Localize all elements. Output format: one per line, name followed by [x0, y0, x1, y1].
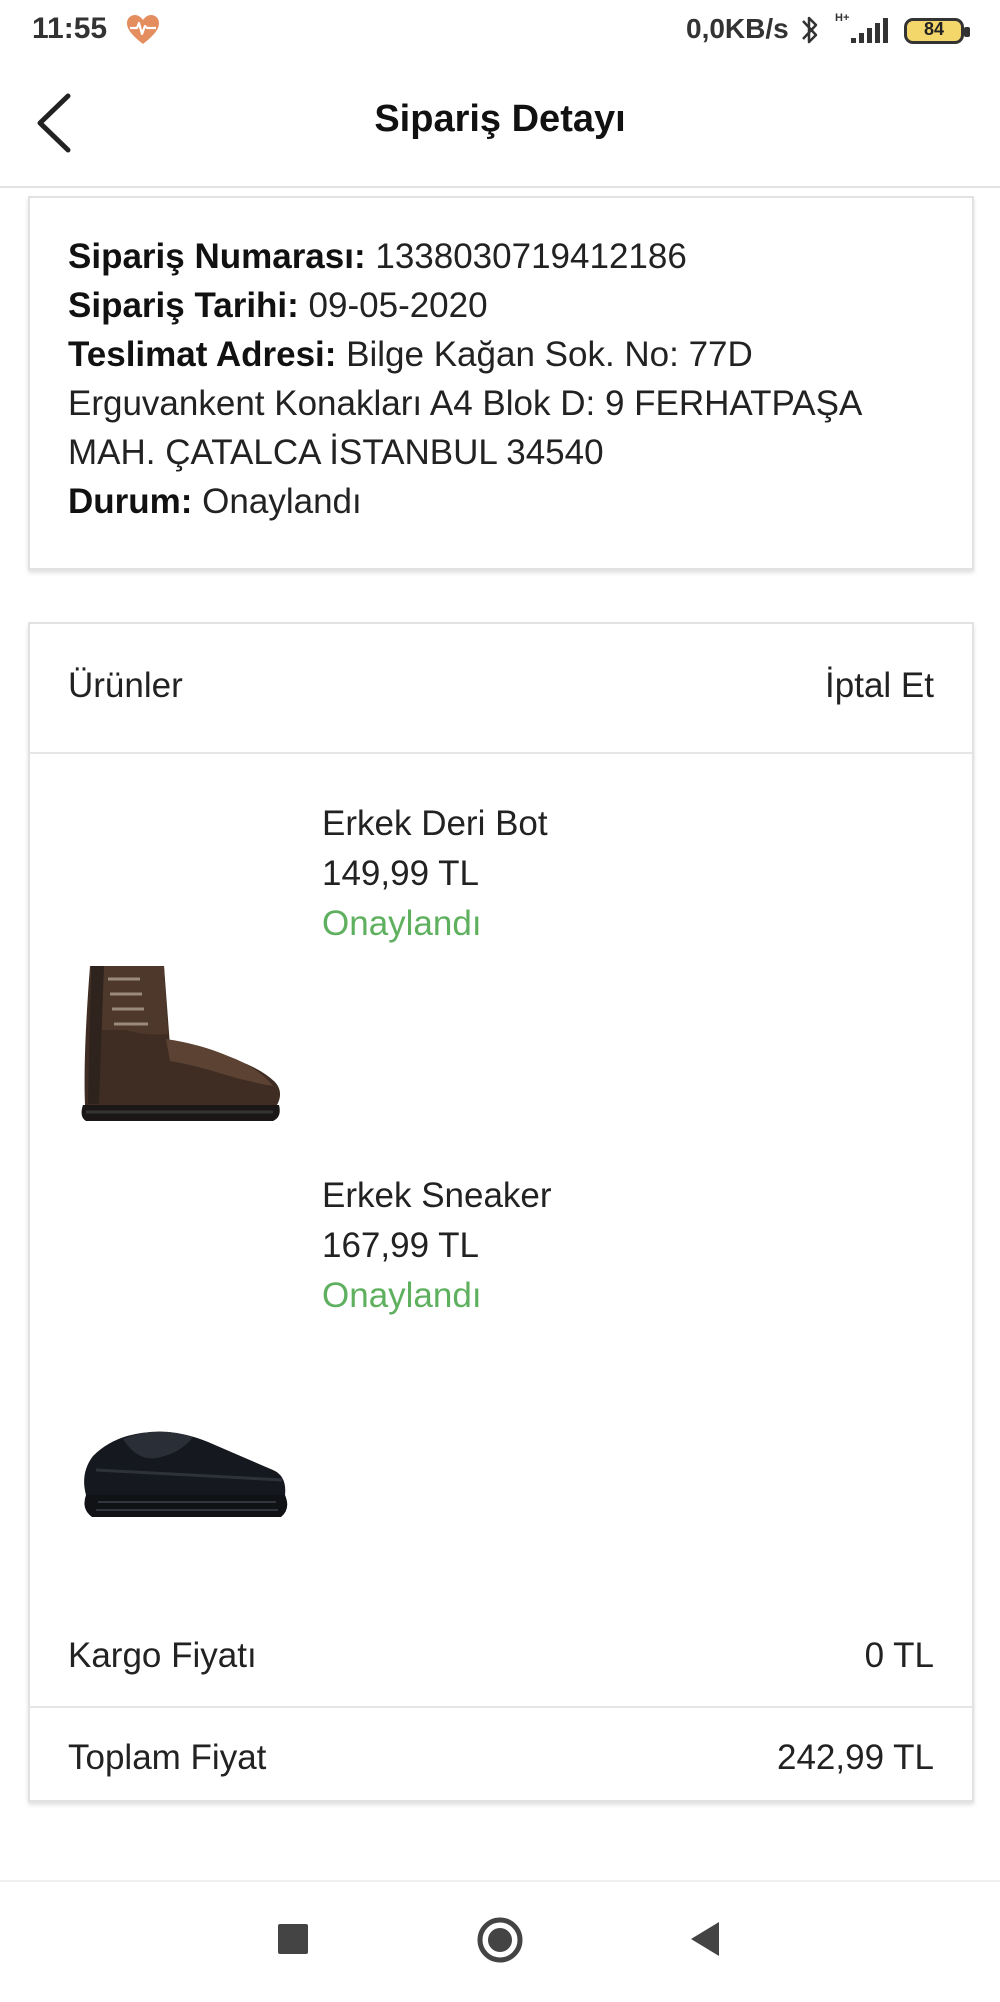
product-item[interactable]: Erkek Sneaker 167,99 TL Onaylandı [30, 1176, 972, 1546]
triangle-back-icon[interactable] [688, 1920, 722, 1958]
order-date-label: Sipariş Tarihi: [68, 286, 299, 325]
app-header: Sipariş Detayı [0, 60, 1000, 188]
network-type: H+ [835, 12, 850, 24]
black-sneaker-image [68, 1396, 298, 1546]
signal-icon [851, 18, 888, 43]
delivery-address-line-2: Erguvankent Konakları A4 Blok D: 9 FERHA… [68, 384, 863, 423]
leather-boot-image [68, 954, 298, 1134]
delivery-address-label: Teslimat Adresi: [68, 335, 337, 374]
delivery-address-line-3: MAH. ÇATALCA İSTANBUL 34540 [68, 433, 604, 472]
product-name: Erkek Deri Bot [322, 804, 548, 843]
shipping-price-row: Kargo Fiyatı 0 TL [30, 1604, 972, 1708]
product-name: Erkek Sneaker [322, 1176, 552, 1215]
order-number-value: 1338030719412186 [375, 237, 687, 276]
order-number-label: Sipariş Numarası: [68, 237, 366, 276]
battery-tip [964, 27, 970, 37]
order-status-row: Durum: Onaylandı [68, 477, 934, 526]
products-card: Ürünler İptal Et Erkek Deri Bot 149,99 T… [28, 622, 974, 1802]
shipping-price-value: 0 TL [864, 1636, 934, 1675]
cancel-order-button[interactable]: İptal Et [825, 666, 934, 706]
network-speed: 0,0KB/s [686, 13, 789, 44]
status-time: 11:55 [32, 12, 108, 45]
product-status: Onaylandı [322, 1276, 482, 1315]
android-navigation-bar [0, 1880, 1000, 2002]
shipping-price-label: Kargo Fiyatı [68, 1636, 257, 1675]
delivery-address-line-1: Bilge Kağan Sok. No: 77D [346, 335, 753, 374]
products-header: Ürünler İptal Et [30, 624, 972, 754]
home-circle-icon[interactable] [476, 1916, 524, 1964]
order-number-row: Sipariş Numarası: 1338030719412186 [68, 232, 934, 281]
order-date-row: Sipariş Tarihi: 09-05-2020 [68, 281, 934, 330]
order-info-card: Sipariş Numarası: 1338030719412186 Sipar… [28, 196, 974, 570]
products-title: Ürünler [68, 666, 183, 705]
heart-pulse-icon [127, 15, 159, 44]
status-bar: 11:55 0,0KB/s H+ 84 [0, 0, 1000, 60]
bluetooth-icon [802, 16, 818, 44]
square-icon[interactable] [278, 1924, 308, 1954]
total-price-value: 242,99 TL [777, 1738, 934, 1777]
order-date-value: 09-05-2020 [308, 286, 488, 325]
order-status-label: Durum: [68, 482, 193, 521]
total-price-label: Toplam Fiyat [68, 1738, 267, 1777]
product-item[interactable]: Erkek Deri Bot 149,99 TL Onaylandı [30, 804, 972, 1164]
battery-level: 84 [923, 19, 945, 39]
product-price: 149,99 TL [322, 854, 479, 893]
product-price: 167,99 TL [322, 1226, 479, 1265]
total-price-row: Toplam Fiyat 242,99 TL [30, 1706, 972, 1808]
product-status: Onaylandı [322, 904, 482, 943]
page-title: Sipariş Detayı [374, 98, 626, 140]
order-status-value: Onaylandı [202, 482, 362, 521]
battery-indicator: 84 [904, 18, 970, 44]
delivery-address-row: Teslimat Adresi: Bilge Kağan Sok. No: 77… [68, 330, 934, 379]
